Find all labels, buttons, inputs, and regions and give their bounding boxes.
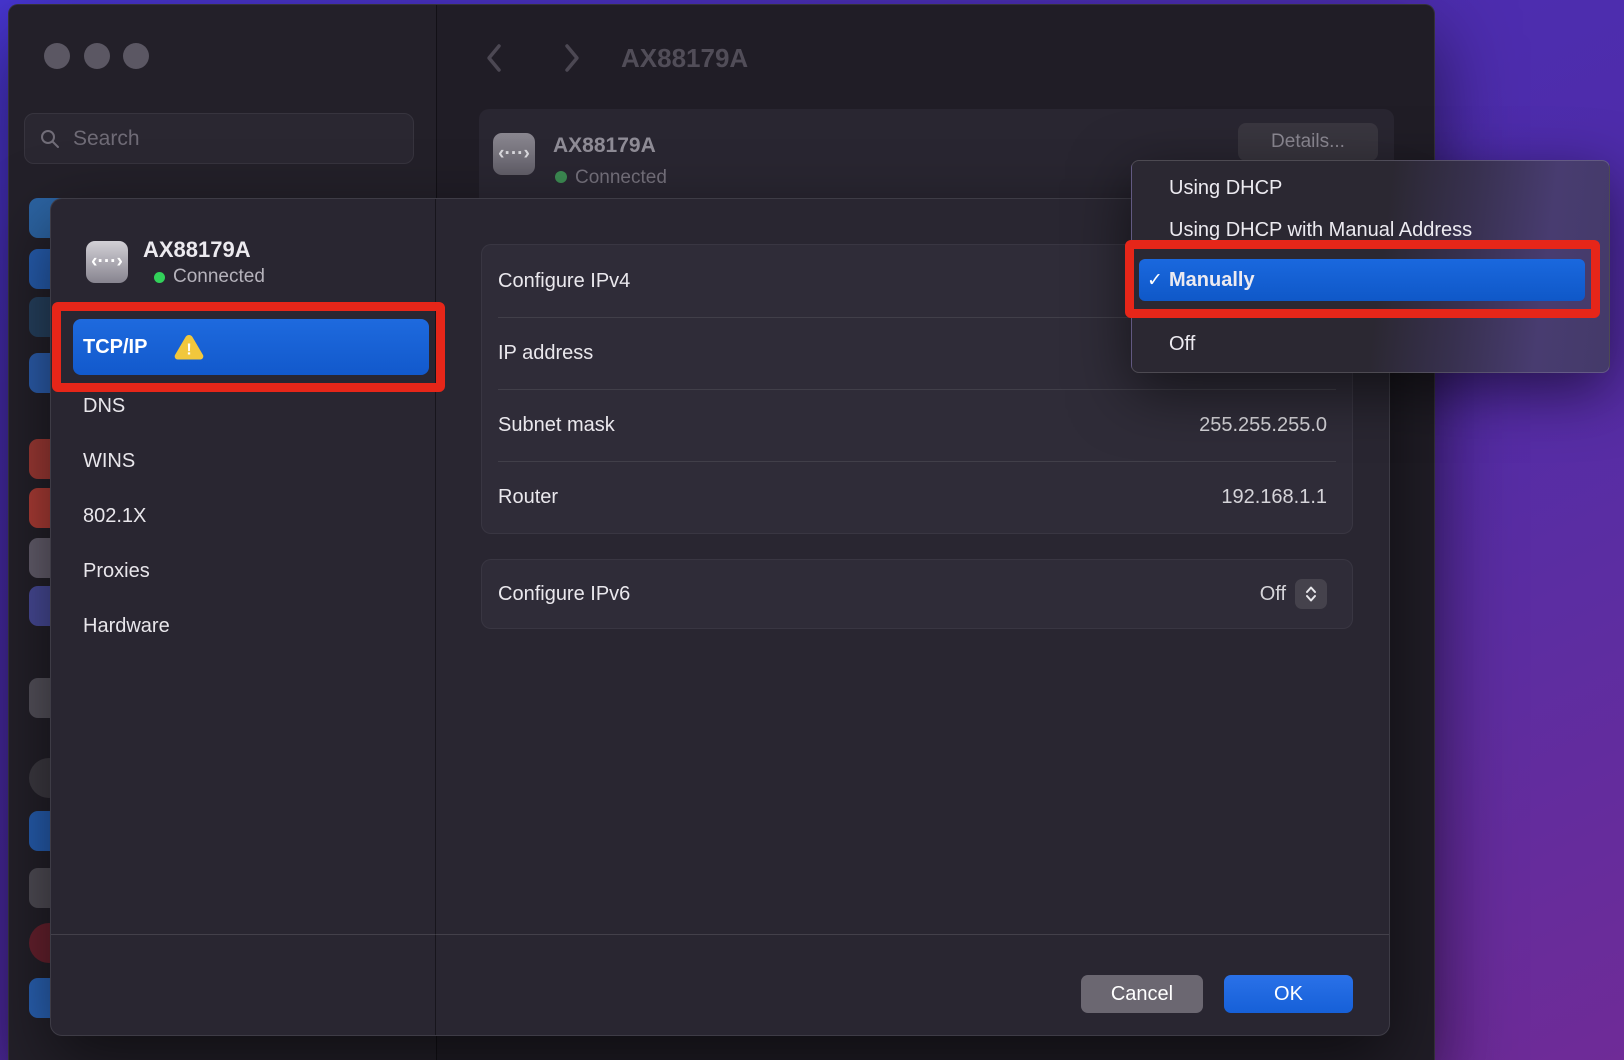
annotation-rect-manually: [1125, 240, 1600, 318]
subnet-mask-row[interactable]: Subnet mask 255.255.255.0: [482, 389, 1352, 461]
device-status: Connected: [575, 167, 667, 189]
up-down-chevrons-icon: [1303, 584, 1319, 604]
device-name: AX88179A: [553, 134, 656, 158]
row-label: Configure IPv6: [498, 583, 1260, 606]
details-button[interactable]: Details...: [1238, 123, 1378, 161]
sidebar-item-hardware[interactable]: Hardware: [83, 611, 170, 641]
menu-item-label: Using DHCP with Manual Address: [1169, 219, 1472, 242]
zoom-button[interactable]: [123, 43, 149, 69]
device-name: AX88179A: [143, 237, 251, 263]
ipv6-popup-button[interactable]: [1295, 579, 1327, 609]
connected-status-dot: [555, 171, 567, 183]
ipv6-selected-value: Off: [1260, 583, 1286, 606]
ethernet-adapter-icon: ‹···›: [493, 133, 535, 175]
row-label: Router: [498, 486, 1221, 509]
search-input[interactable]: [71, 126, 399, 152]
ethernet-adapter-icon: ‹···›: [86, 241, 128, 283]
row-value: 192.168.1.1: [1221, 486, 1327, 509]
row-value: 255.255.255.0: [1199, 414, 1327, 437]
sidebar-item-proxies[interactable]: Proxies: [83, 556, 150, 586]
menu-item-off[interactable]: Off: [1139, 323, 1585, 365]
sidebar-item-8021x[interactable]: 802.1X: [83, 501, 146, 531]
sidebar-item-wins[interactable]: WINS: [83, 446, 135, 476]
row-label: Subnet mask: [498, 414, 1199, 437]
page-title: AX88179A: [621, 43, 748, 74]
cancel-button[interactable]: Cancel: [1081, 975, 1203, 1013]
connected-status-dot: [154, 272, 165, 283]
search-field[interactable]: [24, 113, 414, 164]
configure-ipv6-row: Configure IPv6 Off: [482, 560, 1352, 628]
menu-item-label: Using DHCP: [1169, 177, 1282, 200]
annotation-rect-tcpip: [52, 302, 445, 392]
forward-button[interactable]: [556, 41, 588, 75]
minimize-button[interactable]: [84, 43, 110, 69]
footer-divider: [51, 934, 1389, 935]
router-row[interactable]: Router 192.168.1.1: [482, 461, 1352, 533]
ok-button[interactable]: OK: [1224, 975, 1353, 1013]
desktop: AX88179A ‹···› AX88179A Connected Detail…: [0, 0, 1624, 1060]
device-status: Connected: [173, 266, 265, 288]
back-button[interactable]: [478, 41, 510, 75]
sidebar-item-dns[interactable]: DNS: [83, 391, 125, 421]
menu-item-using-dhcp[interactable]: Using DHCP: [1139, 167, 1585, 209]
ipv6-settings-group: Configure IPv6 Off: [481, 559, 1353, 629]
menu-item-label: Off: [1169, 333, 1195, 356]
